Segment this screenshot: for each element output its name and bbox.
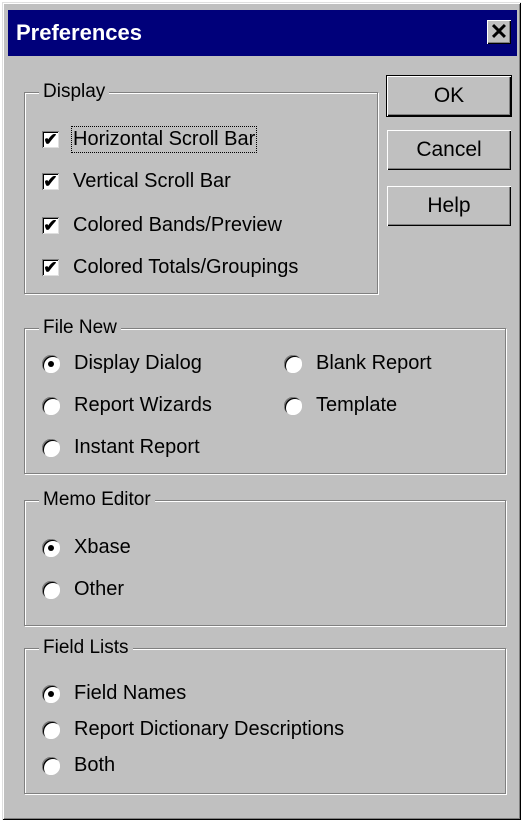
radio-label: Field Names bbox=[74, 682, 187, 704]
checkbox-checked-icon[interactable]: ✔ bbox=[42, 173, 59, 190]
radio-blank-report[interactable]: Blank Report bbox=[284, 352, 432, 375]
memo-editor-group: Memo Editor bbox=[24, 489, 506, 626]
radio-field-names[interactable]: Field Names bbox=[42, 682, 186, 705]
checkbox-label: Horizontal Scroll Bar bbox=[70, 126, 258, 153]
radio-unselected-icon[interactable] bbox=[42, 396, 60, 415]
radio-unselected-icon[interactable] bbox=[284, 354, 302, 373]
checkbox-vertical-scroll-bar[interactable]: ✔ Vertical Scroll Bar bbox=[42, 170, 231, 193]
checkbox-checked-icon[interactable]: ✔ bbox=[42, 131, 59, 148]
radio-template[interactable]: Template bbox=[284, 394, 397, 417]
checkbox-colored-bands-preview[interactable]: ✔ Colored Bands/Preview bbox=[42, 214, 282, 237]
radio-display-dialog[interactable]: Display Dialog bbox=[42, 352, 202, 375]
checkbox-label: Colored Totals/Groupings bbox=[73, 256, 299, 278]
checkbox-checked-icon[interactable]: ✔ bbox=[42, 217, 59, 234]
help-button[interactable]: Help bbox=[387, 186, 511, 226]
radio-report-wizards[interactable]: Report Wizards bbox=[42, 394, 212, 417]
radio-report-dictionary-descriptions[interactable]: Report Dictionary Descriptions bbox=[42, 718, 344, 741]
radio-unselected-icon[interactable] bbox=[42, 580, 60, 599]
radio-unselected-icon[interactable] bbox=[42, 756, 60, 775]
radio-label: Xbase bbox=[74, 536, 131, 558]
radio-unselected-icon[interactable] bbox=[42, 720, 60, 739]
memo-editor-group-title: Memo Editor bbox=[39, 489, 155, 511]
checkbox-horizontal-scroll-bar[interactable]: ✔ Horizontal Scroll Bar bbox=[42, 126, 258, 153]
radio-both[interactable]: Both bbox=[42, 754, 115, 777]
radio-label: Blank Report bbox=[316, 352, 432, 374]
radio-unselected-icon[interactable] bbox=[284, 396, 302, 415]
radio-xbase[interactable]: Xbase bbox=[42, 536, 131, 559]
radio-label: Report Wizards bbox=[74, 394, 212, 416]
radio-unselected-icon[interactable] bbox=[42, 438, 60, 457]
radio-label: Instant Report bbox=[74, 436, 200, 458]
preferences-dialog: Preferences ✕ OK Cancel Help Display ✔ H… bbox=[2, 2, 521, 820]
radio-selected-icon[interactable] bbox=[42, 684, 60, 703]
radio-label: Template bbox=[316, 394, 398, 416]
cancel-button[interactable]: Cancel bbox=[387, 130, 511, 170]
radio-label: Display Dialog bbox=[74, 352, 202, 374]
checkbox-label: Vertical Scroll Bar bbox=[73, 170, 231, 192]
radio-instant-report[interactable]: Instant Report bbox=[42, 436, 200, 459]
checkbox-label: Colored Bands/Preview bbox=[73, 214, 282, 236]
title-bar[interactable]: Preferences ✕ bbox=[8, 10, 517, 56]
radio-selected-icon[interactable] bbox=[42, 538, 60, 557]
radio-label: Other bbox=[74, 578, 125, 600]
radio-other[interactable]: Other bbox=[42, 578, 124, 601]
radio-label: Both bbox=[74, 754, 116, 776]
field-lists-group-title: Field Lists bbox=[39, 637, 133, 659]
checkbox-colored-totals-groupings[interactable]: ✔ Colored Totals/Groupings bbox=[42, 256, 298, 279]
checkbox-checked-icon[interactable]: ✔ bbox=[42, 259, 59, 276]
dialog-title: Preferences bbox=[16, 20, 142, 45]
radio-label: Report Dictionary Descriptions bbox=[74, 718, 345, 740]
ok-button[interactable]: OK bbox=[387, 76, 511, 116]
radio-selected-icon[interactable] bbox=[42, 354, 60, 373]
file-new-group-title: File New bbox=[39, 317, 121, 339]
display-group-title: Display bbox=[39, 81, 110, 103]
close-button[interactable]: ✕ bbox=[487, 20, 511, 44]
